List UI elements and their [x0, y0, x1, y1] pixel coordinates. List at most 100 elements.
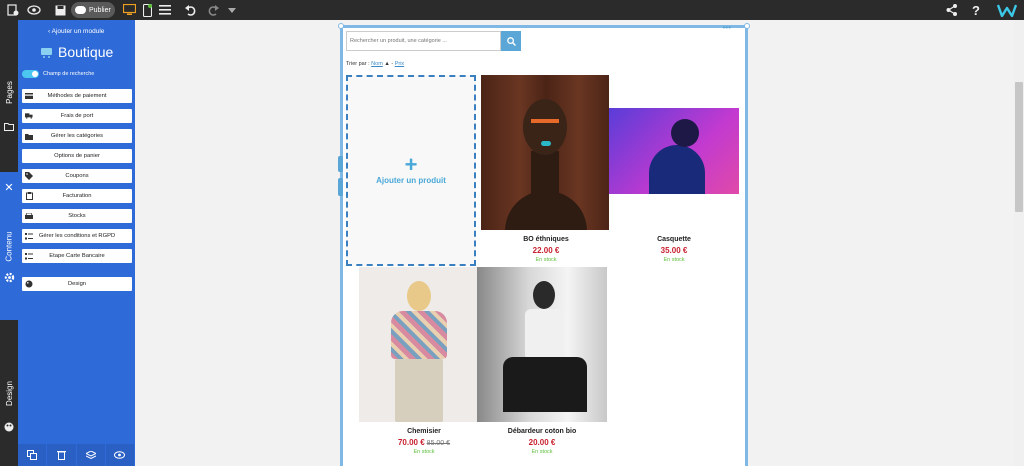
list-icon — [25, 232, 33, 240]
product-image[interactable] — [609, 75, 739, 230]
trash-icon[interactable] — [47, 444, 77, 466]
menu-card-step[interactable]: Etape Carte Bancaire — [22, 249, 132, 263]
product-stock: En stock — [663, 257, 685, 263]
tab-contenu-label: Contenu — [4, 230, 14, 262]
gear-icon[interactable] — [0, 270, 18, 284]
menu-label: Gérer les catégories — [50, 133, 104, 139]
product-image[interactable] — [481, 75, 611, 230]
product-name: BO éthniques — [523, 236, 569, 243]
sort-prefix: Trier par : — [346, 61, 370, 67]
publish-button[interactable]: Publier — [71, 2, 115, 18]
product-image[interactable] — [477, 267, 607, 422]
product-card[interactable]: Débardeur coton bio 20.00 € En stock — [477, 267, 607, 455]
box-icon — [25, 212, 33, 220]
search-button[interactable] — [501, 31, 521, 51]
add-module-link[interactable]: ‹ Ajouter un module — [48, 28, 104, 35]
product-card[interactable]: BO éthniques 22.00 € En stock — [481, 75, 611, 263]
menu-label: Coupons — [65, 173, 89, 179]
scrollbar-thumb[interactable] — [1015, 82, 1023, 212]
product-search-input[interactable] — [346, 31, 501, 51]
search-field-toggle-label: Champ de recherche — [43, 71, 95, 77]
desktop-view-icon[interactable] — [121, 2, 137, 18]
left-tab-strip: Pages Contenu ✕ Design — [0, 20, 18, 466]
sort-name-label: Nom — [371, 61, 383, 67]
sort-price-label: Prix — [394, 61, 405, 67]
content-panel: ‹ Ajouter un module Boutique Champ de re… — [18, 20, 135, 466]
side-handle-bottom[interactable] — [338, 178, 343, 196]
menu-label: Frais de port — [60, 113, 94, 119]
tab-contenu[interactable]: Contenu — [0, 172, 18, 320]
close-panel-icon[interactable]: ✕ — [0, 180, 18, 194]
sort-by-price-link[interactable]: Prix — [395, 61, 404, 67]
price-current: 70.00 € — [397, 438, 425, 447]
menu-design[interactable]: Design — [22, 277, 132, 291]
brand-logo-icon — [996, 2, 1018, 18]
page-scrollbar[interactable] — [1014, 20, 1024, 466]
credit-card-icon — [25, 92, 33, 100]
top-toolbar: Publier ? — [0, 0, 1024, 20]
sort-up-arrow-icon: ▲ — [384, 61, 390, 67]
preview-eye-icon[interactable] — [26, 2, 42, 18]
search-field-toggle[interactable] — [22, 70, 39, 78]
product-stock: En stock — [535, 257, 557, 263]
layers-icon[interactable] — [77, 444, 106, 466]
add-module-label: Ajouter un module — [51, 28, 105, 35]
product-price: 22.00 € — [481, 246, 611, 255]
palette-icon — [25, 280, 33, 288]
product-price: 35.00 € — [609, 246, 739, 255]
redo-icon[interactable] — [205, 2, 221, 18]
pages-folder-icon[interactable] — [0, 118, 18, 134]
undo-icon[interactable] — [183, 2, 199, 18]
product-card[interactable]: Chemisier 70.00 €85.00 € En stock — [359, 267, 489, 455]
list-icon — [25, 252, 33, 260]
folder-icon — [25, 132, 33, 140]
product-name: Chemisier — [407, 428, 441, 435]
menu-label: Gérer les conditions et RGPD — [38, 233, 116, 239]
help-icon[interactable]: ? — [968, 2, 984, 18]
menu-label: Stocks — [68, 213, 86, 219]
product-stock: En stock — [531, 449, 553, 455]
plus-icon: + — [404, 152, 418, 177]
menu-coupons[interactable]: Coupons — [22, 169, 132, 183]
price-current: 22.00 € — [532, 246, 560, 255]
site-settings-icon[interactable] — [5, 2, 21, 18]
resize-handle-top-left[interactable] — [338, 23, 344, 29]
shopping-cart-icon — [40, 46, 54, 58]
menu-label: Options de panier — [54, 153, 100, 159]
history-dropdown-icon[interactable] — [224, 2, 240, 18]
mobile-view-icon[interactable] — [139, 2, 155, 18]
menu-cart-options[interactable]: Options de panier — [22, 149, 132, 163]
tab-design[interactable]: Design — [0, 370, 18, 416]
resize-handle-top-right[interactable] — [744, 23, 750, 29]
menu-payment-methods[interactable]: Méthodes de paiement — [22, 89, 132, 103]
tab-pages-label: Pages — [4, 80, 14, 104]
cloud-upload-icon — [75, 6, 86, 14]
menu-categories[interactable]: Gérer les catégories — [22, 129, 132, 143]
product-name: Débardeur coton bio — [507, 428, 577, 435]
sort-by-name-link[interactable]: Nom — [371, 61, 383, 67]
module-options-icon[interactable]: ••• — [723, 23, 731, 32]
add-product-tile[interactable]: + Ajouter un produit — [346, 75, 476, 266]
menu-label: Méthodes de paiement — [47, 93, 107, 99]
tab-pages[interactable]: Pages — [0, 72, 18, 112]
design-palette-icon[interactable] — [0, 420, 18, 434]
product-stock: En stock — [413, 449, 435, 455]
menu-invoicing[interactable]: Facturation — [22, 189, 132, 203]
product-card[interactable]: Casquette 35.00 € En stock — [609, 75, 739, 263]
search-icon — [506, 36, 516, 46]
share-icon[interactable] — [944, 2, 960, 18]
search-field-toggle-row: Champ de recherche — [22, 70, 94, 78]
product-name: Casquette — [657, 236, 691, 243]
menu-stocks[interactable]: Stocks — [22, 209, 132, 223]
side-handle-top[interactable] — [338, 156, 343, 172]
menu-icon[interactable] — [157, 2, 173, 18]
menu-terms-gdpr[interactable]: Gérer les conditions et RGPD — [22, 229, 132, 243]
menu-shipping-fees[interactable]: Frais de port — [22, 109, 132, 123]
duplicate-icon[interactable] — [18, 444, 48, 466]
visibility-eye-icon[interactable] — [106, 444, 135, 466]
panel-title: Boutique — [40, 44, 113, 60]
sort-separator: - — [391, 61, 394, 67]
product-image[interactable] — [359, 267, 489, 422]
shop-module-frame[interactable]: ••• Trier par : Nom ▲ - Prix + Ajouter u… — [338, 23, 750, 466]
save-icon[interactable] — [52, 2, 68, 18]
